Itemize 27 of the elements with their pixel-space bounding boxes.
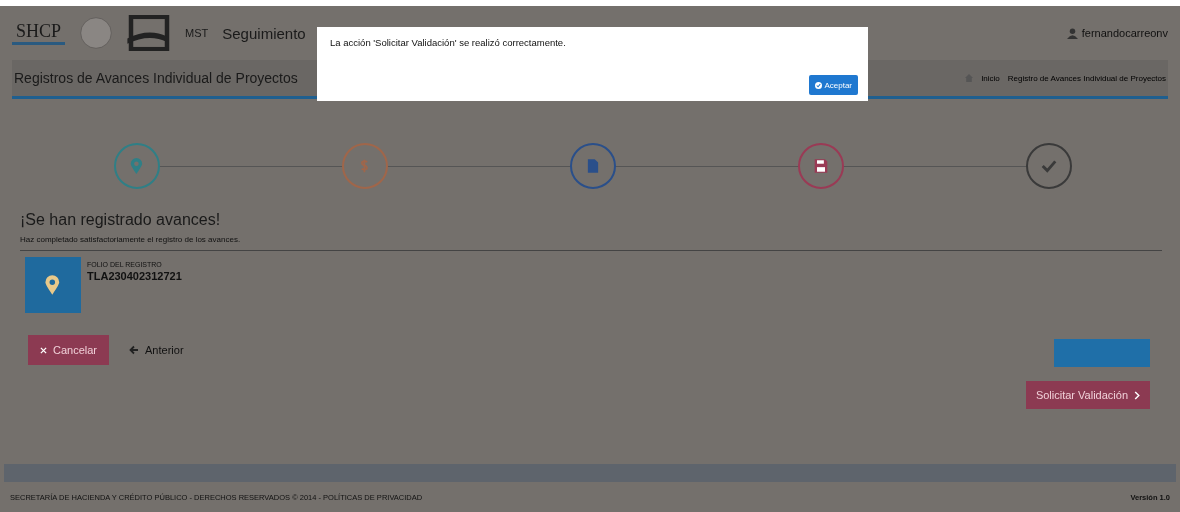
accept-button[interactable]: Aceptar bbox=[809, 75, 858, 95]
breadcrumb-link[interactable]: Inicio bbox=[981, 73, 1000, 83]
emblem-icon bbox=[79, 16, 114, 50]
chevron-right-icon bbox=[1134, 390, 1140, 400]
result-heading: ¡Se han registrado avances! bbox=[20, 211, 222, 229]
square-logo-icon bbox=[127, 15, 172, 51]
map-marker-icon bbox=[129, 158, 145, 174]
back-button[interactable]: Anterior bbox=[123, 335, 190, 365]
dialog-message: La acción 'Solicitar Validación' se realizó correctamente. bbox=[330, 37, 567, 48]
blank-button[interactable] bbox=[1054, 339, 1150, 367]
logo-text: MST bbox=[185, 27, 209, 39]
map-marker-icon bbox=[44, 275, 62, 295]
document-icon bbox=[585, 158, 601, 174]
left-arrow-icon bbox=[129, 345, 140, 355]
user-icon bbox=[1066, 27, 1078, 39]
user-menu[interactable]: fernandocarreonv bbox=[1066, 27, 1168, 39]
request-validation-button[interactable]: Solicitar Validación bbox=[1025, 381, 1150, 409]
folio-number: TLA230402312721 bbox=[87, 270, 182, 282]
page-title: Registros de Avances Individual de Proyectos bbox=[14, 70, 298, 86]
app-title: Seguimiento bbox=[222, 24, 306, 42]
logo-text: SHCP bbox=[12, 21, 66, 45]
ok-circle-icon bbox=[815, 81, 823, 89]
checkmark-icon bbox=[1041, 158, 1057, 174]
cancel-button[interactable]: Cancelar bbox=[28, 335, 110, 365]
close-icon bbox=[40, 346, 47, 354]
breadcrumb-link[interactable]: Registro de Avances Individual de Proyectos bbox=[1007, 73, 1166, 83]
result-message: Haz completado satisfactoriamente el registro de los avances. bbox=[20, 235, 1162, 251]
